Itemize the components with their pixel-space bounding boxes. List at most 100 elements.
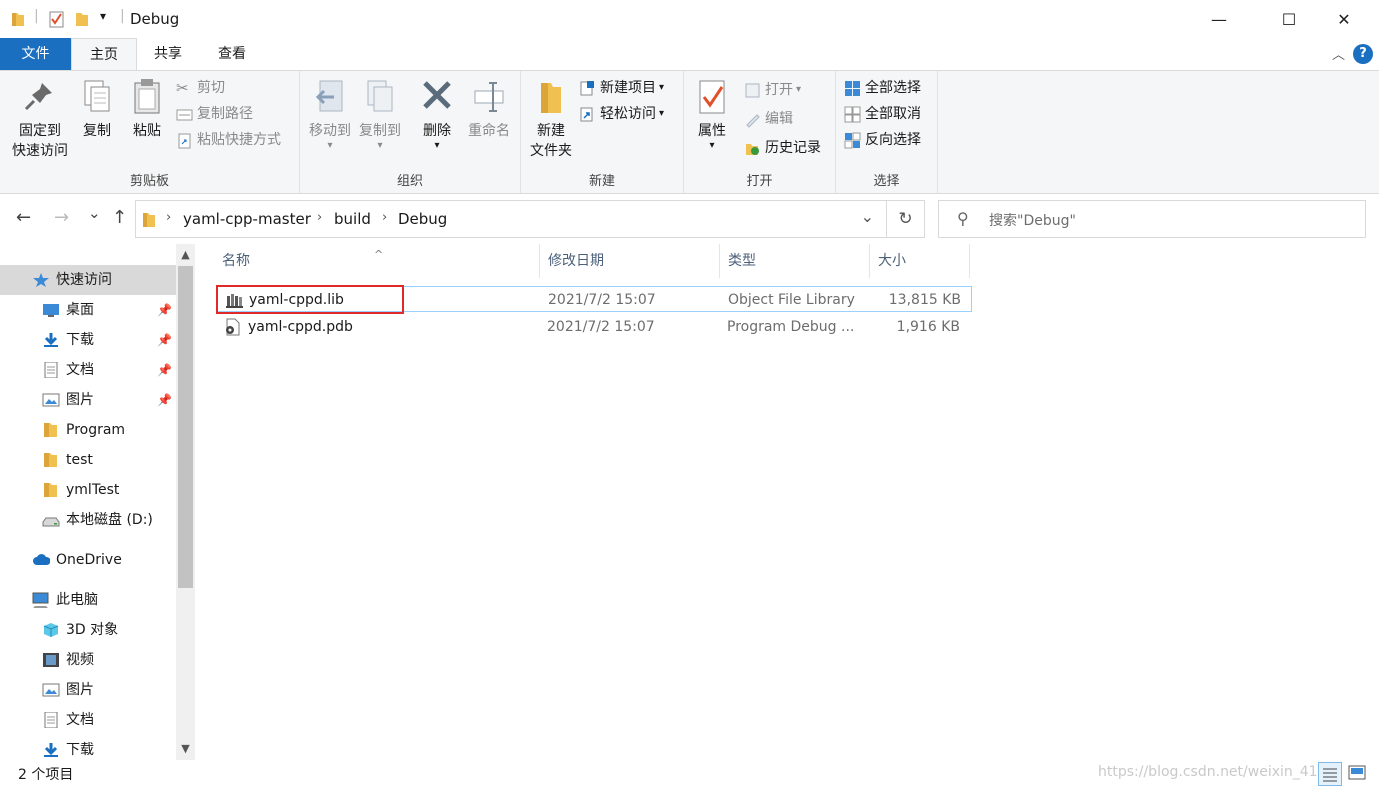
column-header-type[interactable]: 类型 bbox=[720, 244, 870, 278]
copy-button[interactable]: 复制 bbox=[76, 77, 118, 141]
paste-shortcut-button[interactable]: 粘贴快捷方式 bbox=[176, 129, 281, 151]
sidebar-item-label: 视频 bbox=[66, 652, 94, 668]
scroll-down-button[interactable]: ▼ bbox=[176, 740, 195, 758]
address-bar[interactable]: › yaml-cpp-master › build › Debug ⌄ bbox=[135, 200, 887, 238]
desktop-icon bbox=[43, 304, 59, 317]
sidebar-item-label: Program bbox=[66, 422, 126, 438]
paste-button[interactable]: 粘贴 bbox=[126, 77, 168, 141]
qat-dropdown-icon[interactable]: ▾ bbox=[100, 9, 106, 23]
open-button[interactable]: 打开 ▾ bbox=[744, 79, 801, 101]
cut-button[interactable]: ✂ 剪切 bbox=[176, 77, 225, 99]
column-header-size[interactable]: 大小 bbox=[870, 244, 970, 278]
refresh-button[interactable]: ↻ bbox=[887, 200, 925, 238]
invert-selection-button[interactable]: 反向选择 bbox=[844, 129, 921, 151]
file-name[interactable]: yaml-cppd.pdb bbox=[248, 314, 528, 340]
new-folder-icon bbox=[541, 83, 561, 113]
copy-path-button[interactable]: 复制路径 bbox=[176, 103, 253, 125]
recent-locations-button[interactable]: ⌄ bbox=[88, 204, 101, 222]
back-button[interactable]: ← bbox=[16, 207, 31, 228]
tab-view[interactable]: 查看 bbox=[199, 38, 265, 70]
sidebar-item-downloads[interactable]: 下载 📌 bbox=[0, 325, 176, 355]
history-label: 历史记录 bbox=[765, 140, 821, 156]
sidebar-item-documents[interactable]: 文档 📌 bbox=[0, 355, 176, 385]
select-none-button[interactable]: 全部取消 bbox=[844, 103, 921, 125]
open-label: 打开 bbox=[765, 82, 793, 98]
search-box[interactable]: ⚲ 搜索"Debug" bbox=[938, 200, 1366, 238]
new-folder-button[interactable]: 新建 文件夹 bbox=[525, 77, 577, 161]
sidebar-item-pictures[interactable]: 图片 📌 bbox=[0, 385, 176, 415]
sidebar-item-pictures-pc[interactable]: 图片 bbox=[0, 675, 176, 705]
forward-button[interactable]: → bbox=[54, 207, 69, 228]
sidebar-item-downloads-pc[interactable]: 下载 bbox=[0, 735, 176, 760]
tab-home[interactable]: 主页 bbox=[71, 38, 137, 71]
sidebar-item-test[interactable]: test bbox=[0, 445, 176, 475]
breadcrumb-yaml-cpp-master[interactable]: yaml-cpp-master bbox=[183, 210, 311, 228]
properties-button[interactable]: 属性 ▾ bbox=[690, 77, 734, 151]
pin-icon[interactable]: 📌 bbox=[157, 355, 172, 385]
up-button[interactable]: ↑ bbox=[112, 207, 127, 228]
rename-icon bbox=[474, 82, 504, 112]
copy-label: 复制 bbox=[83, 123, 111, 139]
copy-to-button[interactable]: 复制到 ▾ bbox=[356, 77, 404, 151]
sidebar-item-local-disk-d[interactable]: 本地磁盘 (D:) bbox=[0, 505, 176, 535]
address-dropdown-icon[interactable]: ⌄ bbox=[861, 207, 874, 226]
breadcrumb-separator[interactable]: › bbox=[166, 210, 171, 225]
history-button[interactable]: 历史记录 bbox=[744, 137, 821, 159]
sidebar-item-ymltest[interactable]: ymlTest bbox=[0, 475, 176, 505]
pin-quick-access-button[interactable]: 固定到 快速访问 bbox=[6, 77, 74, 161]
scroll-thumb[interactable] bbox=[178, 266, 193, 588]
sidebar-item-3d-objects[interactable]: 3D 对象 bbox=[0, 615, 176, 645]
edit-button[interactable]: 编辑 bbox=[744, 108, 793, 130]
close-button[interactable]: ✕ bbox=[1321, 0, 1367, 38]
delete-button[interactable]: 删除 ▾ bbox=[416, 77, 458, 151]
easy-access-button[interactable]: 轻松访问 ▾ bbox=[579, 103, 664, 125]
column-header-name[interactable]: 名称 ^ bbox=[214, 244, 540, 278]
tab-share[interactable]: 共享 bbox=[137, 38, 199, 70]
sidebar-item-onedrive[interactable]: OneDrive bbox=[0, 545, 176, 575]
breadcrumb-separator[interactable]: › bbox=[382, 210, 387, 225]
qat-separator: | bbox=[34, 8, 39, 24]
pin-icon[interactable]: 📌 bbox=[157, 325, 172, 355]
pin-icon[interactable]: 📌 bbox=[157, 295, 172, 325]
ribbon-home: 固定到 快速访问 复制 粘贴 ✂ 剪切 复制路径 粘贴快捷方式 剪贴板 移动到 … bbox=[0, 70, 1379, 194]
breadcrumb-separator[interactable]: › bbox=[317, 210, 322, 225]
search-placeholder: 搜索"Debug" bbox=[989, 213, 1076, 229]
download-icon bbox=[44, 743, 58, 757]
paste-shortcut-label: 粘贴快捷方式 bbox=[197, 132, 281, 148]
sidebar-item-this-pc[interactable]: 此电脑 bbox=[0, 585, 176, 615]
maximize-button[interactable]: ☐ bbox=[1266, 0, 1312, 38]
details-view-button[interactable] bbox=[1318, 762, 1342, 786]
properties-check-icon[interactable] bbox=[48, 10, 66, 28]
rename-button[interactable]: 重命名 bbox=[464, 77, 514, 141]
sidebar-item-label: 本地磁盘 (D:) bbox=[66, 512, 153, 528]
large-icons-view-button[interactable] bbox=[1346, 762, 1370, 786]
select-all-button[interactable]: 全部选择 bbox=[844, 77, 921, 99]
help-icon[interactable]: ? bbox=[1353, 44, 1373, 64]
sidebar-item-program[interactable]: Program bbox=[0, 415, 176, 445]
breadcrumb-build[interactable]: build bbox=[334, 210, 371, 228]
file-size: 13,815 KB bbox=[888, 292, 961, 308]
tab-file[interactable]: 文件 bbox=[0, 38, 71, 70]
large-icons-view-icon bbox=[1348, 765, 1366, 780]
easy-access-dropdown-icon: ▾ bbox=[659, 108, 665, 119]
maximize-icon: ☐ bbox=[1281, 9, 1297, 29]
pin-icon[interactable]: 📌 bbox=[157, 385, 172, 415]
sidebar-item-quick-access[interactable]: 快速访问 bbox=[0, 265, 176, 295]
sidebar-item-documents-pc[interactable]: 文档 bbox=[0, 705, 176, 735]
new-folder-icon[interactable] bbox=[74, 10, 90, 28]
breadcrumb-debug[interactable]: Debug bbox=[398, 210, 447, 228]
table-row[interactable]: yaml-cppd.pdb 2021/7/2 15:07 Program Deb… bbox=[216, 314, 972, 340]
column-header-modified[interactable]: 修改日期 bbox=[540, 244, 720, 278]
sidebar-item-desktop[interactable]: 桌面 📌 bbox=[0, 295, 176, 325]
move-to-button[interactable]: 移动到 ▾ bbox=[306, 77, 354, 151]
new-item-button[interactable]: 新建项目 ▾ bbox=[579, 77, 664, 99]
sidebar-item-videos[interactable]: 视频 bbox=[0, 645, 176, 675]
scroll-up-button[interactable]: ▲ bbox=[176, 246, 195, 264]
sidebar-scrollbar[interactable]: ▲ ▼ bbox=[176, 244, 195, 760]
minimize-button[interactable]: — bbox=[1196, 0, 1242, 38]
paste-label: 粘贴 bbox=[133, 123, 161, 139]
collapse-ribbon-icon[interactable]: ︿ bbox=[1332, 44, 1345, 63]
sidebar-item-label: 文档 bbox=[66, 712, 94, 728]
delete-x-icon bbox=[423, 81, 451, 109]
folder-icon[interactable] bbox=[10, 10, 26, 28]
